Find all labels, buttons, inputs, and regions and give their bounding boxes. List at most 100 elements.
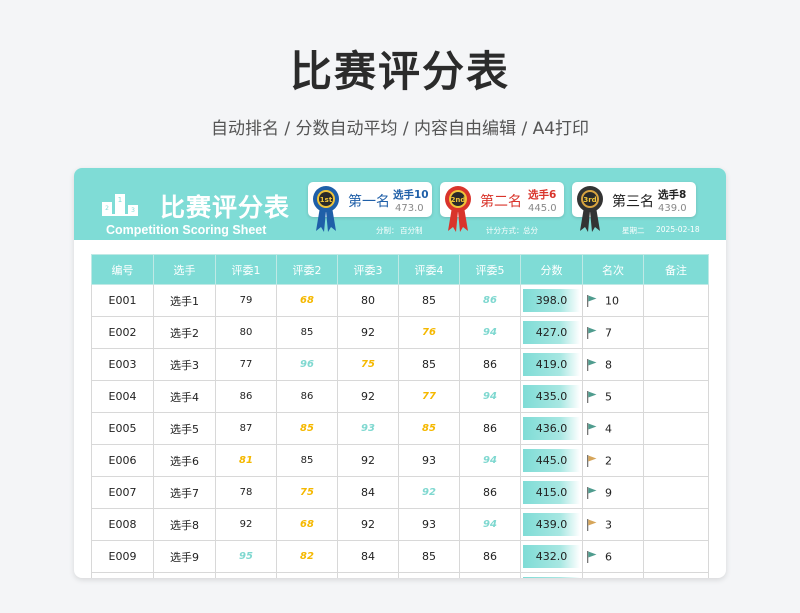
- cell-player[interactable]: 选手6: [153, 444, 216, 477]
- cell-player[interactable]: 选手10: [153, 572, 216, 578]
- cell-total[interactable]: 473.0: [520, 572, 583, 578]
- cell-judge-score[interactable]: 76: [398, 316, 460, 349]
- cell-judge-score[interactable]: 80: [215, 316, 277, 349]
- cell-judge-score[interactable]: 92: [337, 380, 399, 413]
- cell-note[interactable]: [643, 444, 709, 477]
- cell-total[interactable]: 419.0: [520, 348, 583, 381]
- cell-judge-score[interactable]: 86: [459, 540, 521, 573]
- cell-judge-score[interactable]: 75: [337, 348, 399, 381]
- cell-judge-score[interactable]: 85: [398, 412, 460, 445]
- cell-id[interactable]: E008: [91, 508, 154, 541]
- cell-judge-score[interactable]: 80: [337, 284, 399, 317]
- cell-judge-score[interactable]: 95: [215, 540, 277, 573]
- cell-note[interactable]: [643, 540, 709, 573]
- cell-judge-score[interactable]: 85: [398, 284, 460, 317]
- cell-id[interactable]: E010: [91, 572, 154, 578]
- cell-judge-score[interactable]: 78: [215, 476, 277, 509]
- cell-judge-score[interactable]: 92: [337, 572, 399, 578]
- cell-judge-score[interactable]: 85: [276, 316, 338, 349]
- cell-player[interactable]: 选手5: [153, 412, 216, 445]
- cell-player[interactable]: 选手4: [153, 380, 216, 413]
- cell-rank[interactable]: 5: [582, 380, 644, 413]
- cell-note[interactable]: [643, 348, 709, 381]
- cell-judge-score[interactable]: 92: [215, 508, 277, 541]
- cell-rank[interactable]: 8: [582, 348, 644, 381]
- cell-id[interactable]: E009: [91, 540, 154, 573]
- cell-player[interactable]: 选手8: [153, 508, 216, 541]
- cell-rank[interactable]: 4: [582, 412, 644, 445]
- cell-note[interactable]: [643, 508, 709, 541]
- cell-judge-score[interactable]: 92: [337, 316, 399, 349]
- cell-judge-score[interactable]: 99: [276, 572, 338, 578]
- cell-rank[interactable]: 6: [582, 540, 644, 573]
- cell-rank[interactable]: 3: [582, 508, 644, 541]
- cell-player[interactable]: 选手3: [153, 348, 216, 381]
- cell-judge-score[interactable]: 93: [337, 412, 399, 445]
- cell-judge-score[interactable]: 86: [459, 476, 521, 509]
- cell-id[interactable]: E002: [91, 316, 154, 349]
- cell-rank[interactable]: 9: [582, 476, 644, 509]
- cell-judge-score[interactable]: 85: [276, 444, 338, 477]
- cell-id[interactable]: E001: [91, 284, 154, 317]
- cell-judge-score[interactable]: 94: [459, 508, 521, 541]
- cell-judge-score[interactable]: 86: [459, 284, 521, 317]
- cell-total[interactable]: 415.0: [520, 476, 583, 509]
- cell-judge-score[interactable]: 92: [337, 508, 399, 541]
- cell-total[interactable]: 436.0: [520, 412, 583, 445]
- cell-rank[interactable]: 2: [582, 444, 644, 477]
- cell-total[interactable]: 427.0: [520, 316, 583, 349]
- cell-judge-score[interactable]: 93: [398, 508, 460, 541]
- cell-total[interactable]: 432.0: [520, 540, 583, 573]
- cell-note[interactable]: [643, 380, 709, 413]
- cell-judge-score[interactable]: 100: [459, 572, 521, 578]
- cell-total[interactable]: 435.0: [520, 380, 583, 413]
- cell-player[interactable]: 选手9: [153, 540, 216, 573]
- cell-judge-score[interactable]: 86: [459, 348, 521, 381]
- cell-judge-score[interactable]: 92: [337, 444, 399, 477]
- cell-judge-score[interactable]: 85: [398, 348, 460, 381]
- cell-judge-score[interactable]: 79: [215, 284, 277, 317]
- cell-judge-score[interactable]: 96: [276, 348, 338, 381]
- cell-total[interactable]: 439.0: [520, 508, 583, 541]
- cell-judge-score[interactable]: 68: [276, 284, 338, 317]
- cell-player[interactable]: 选手1: [153, 284, 216, 317]
- cell-id[interactable]: E004: [91, 380, 154, 413]
- cell-judge-score[interactable]: 94: [459, 380, 521, 413]
- cell-id[interactable]: E005: [91, 412, 154, 445]
- cell-judge-score[interactable]: 86: [215, 380, 277, 413]
- cell-rank[interactable]: 7: [582, 316, 644, 349]
- cell-judge-score[interactable]: 93: [398, 444, 460, 477]
- cell-judge-score[interactable]: 84: [337, 476, 399, 509]
- cell-judge-score[interactable]: 86: [276, 380, 338, 413]
- cell-judge-score[interactable]: 87: [215, 412, 277, 445]
- cell-judge-score[interactable]: 81: [215, 444, 277, 477]
- cell-judge-score[interactable]: 75: [276, 476, 338, 509]
- cell-judge-score[interactable]: 94: [459, 444, 521, 477]
- cell-note[interactable]: [643, 316, 709, 349]
- cell-judge-score[interactable]: 68: [276, 508, 338, 541]
- cell-judge-score[interactable]: 85: [398, 540, 460, 573]
- cell-total[interactable]: 398.0: [520, 284, 583, 317]
- cell-judge-score[interactable]: 77: [398, 380, 460, 413]
- cell-total[interactable]: 445.0: [520, 444, 583, 477]
- cell-judge-score[interactable]: 89: [215, 572, 277, 578]
- cell-id[interactable]: E007: [91, 476, 154, 509]
- cell-note[interactable]: [643, 412, 709, 445]
- cell-judge-score[interactable]: 85: [276, 412, 338, 445]
- cell-judge-score[interactable]: 94: [459, 316, 521, 349]
- cell-rank[interactable]: 10: [582, 284, 644, 317]
- cell-player[interactable]: 选手2: [153, 316, 216, 349]
- cell-note[interactable]: [643, 284, 709, 317]
- cell-judge-score[interactable]: 77: [215, 348, 277, 381]
- cell-rank[interactable]: 1: [582, 572, 644, 578]
- cell-note[interactable]: [643, 476, 709, 509]
- cell-judge-score[interactable]: 84: [337, 540, 399, 573]
- cell-note[interactable]: 第一名: [643, 572, 709, 578]
- cell-id[interactable]: E006: [91, 444, 154, 477]
- cell-player[interactable]: 选手7: [153, 476, 216, 509]
- cell-id[interactable]: E003: [91, 348, 154, 381]
- cell-judge-score[interactable]: 92: [398, 476, 460, 509]
- cell-judge-score[interactable]: 86: [459, 412, 521, 445]
- cell-judge-score[interactable]: 82: [276, 540, 338, 573]
- cell-judge-score[interactable]: 93: [398, 572, 460, 578]
